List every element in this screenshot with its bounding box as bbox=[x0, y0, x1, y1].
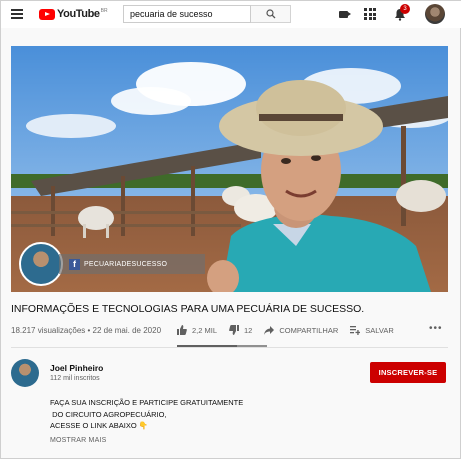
menu-icon[interactable] bbox=[11, 9, 23, 19]
share-icon bbox=[264, 325, 275, 335]
subscriber-count: 112 mil inscritos bbox=[50, 375, 100, 382]
youtube-watch-page: YouTube BR pecuaria de sucesso 3 f PECUA… bbox=[0, 0, 461, 459]
upload-video-icon[interactable] bbox=[336, 7, 351, 21]
channel-name[interactable]: Joel Pinheiro bbox=[50, 363, 103, 373]
views-and-date: 18.217 visualizações • 22 de mai. de 202… bbox=[11, 326, 162, 335]
channel-avatar[interactable] bbox=[11, 359, 39, 387]
channel-watermark[interactable]: f PECUARIADESUCESSO bbox=[19, 242, 205, 286]
description-line: ACESSE O LINK ABAIXO 👇 bbox=[50, 421, 149, 430]
share-button[interactable]: COMPARTILHAR bbox=[264, 325, 339, 335]
search-icon bbox=[265, 9, 275, 19]
logo-region: BR bbox=[100, 8, 108, 14]
masthead: YouTube BR pecuaria de sucesso 3 bbox=[1, 1, 461, 28]
dislike-button[interactable]: 12 bbox=[229, 325, 252, 335]
apps-icon[interactable] bbox=[364, 8, 376, 20]
notification-count-badge: 3 bbox=[400, 4, 410, 14]
thumbs-up-icon bbox=[177, 325, 187, 335]
add-to-playlist-icon bbox=[350, 325, 361, 335]
facebook-icon: f bbox=[69, 258, 80, 270]
logo-text: YouTube bbox=[57, 8, 100, 20]
save-button[interactable]: SALVAR bbox=[350, 325, 394, 335]
save-label: SALVAR bbox=[365, 325, 394, 335]
search-input[interactable]: pecuaria de sucesso bbox=[123, 5, 251, 23]
divider bbox=[11, 347, 448, 348]
thumbs-down-icon bbox=[229, 325, 240, 335]
more-actions-icon[interactable]: ••• bbox=[429, 323, 443, 334]
video-player[interactable]: f PECUARIADESUCESSO bbox=[11, 46, 448, 292]
dislike-count: 12 bbox=[244, 325, 253, 335]
account-avatar[interactable] bbox=[425, 4, 445, 24]
description-line: FAÇA SUA INSCRIÇÃO E PARTICIPE GRATUITAM… bbox=[50, 398, 244, 407]
share-label: COMPARTILHAR bbox=[279, 325, 339, 335]
youtube-logo[interactable]: YouTube BR bbox=[39, 7, 108, 21]
description-line: DO CIRCUITO AGROPECUÁRIO, bbox=[50, 409, 167, 419]
watermark-channel-name: PECUARIADESUCESSO bbox=[84, 260, 168, 268]
video-description: FAÇA SUA INSCRIÇÃO E PARTICIPE GRATUITAM… bbox=[50, 397, 243, 432]
youtube-play-icon bbox=[39, 8, 55, 20]
like-button[interactable]: 2,2 MIL bbox=[177, 325, 217, 335]
watermark-banner: f PECUARIADESUCESSO bbox=[59, 254, 205, 274]
subscribe-button[interactable]: INSCREVER-SE bbox=[370, 362, 446, 383]
show-more-button[interactable]: MOSTRAR MAIS bbox=[50, 437, 106, 444]
like-count: 2,2 MIL bbox=[192, 325, 218, 335]
video-title: INFORMAÇÕES E TECNOLOGIAS PARA UMA PECUÁ… bbox=[11, 303, 365, 315]
video-actions: 2,2 MIL 12 COMPARTILHAR SALVAR bbox=[177, 321, 406, 339]
watermark-avatar bbox=[19, 242, 63, 286]
search-button[interactable] bbox=[251, 5, 291, 23]
